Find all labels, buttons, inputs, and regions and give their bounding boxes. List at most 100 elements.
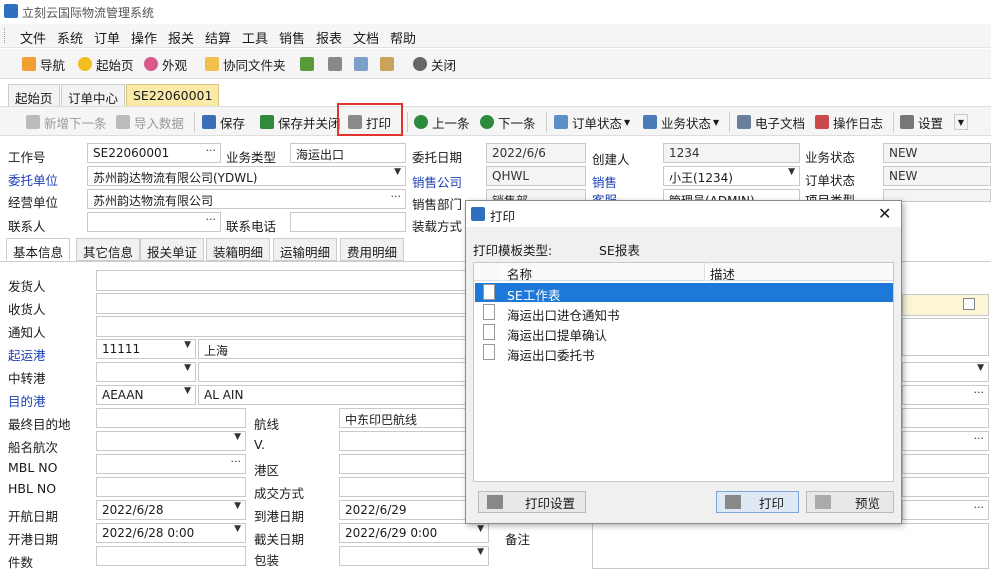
pack-select[interactable]: ▼ (339, 546, 489, 566)
grid-row-field[interactable] (902, 294, 989, 316)
tab-transport-details[interactable]: 运输明细 (273, 238, 338, 261)
client-select[interactable]: 苏州韵达物流有限公司(YDWL) ▼ (87, 166, 406, 186)
checkbox[interactable] (963, 298, 975, 310)
right-field-5[interactable] (902, 454, 989, 474)
menu-customs[interactable]: 报关 (168, 28, 194, 47)
copy-button[interactable] (354, 55, 372, 73)
client-label[interactable]: 委托单位 (8, 170, 58, 189)
menu-file[interactable]: 文件 (20, 28, 46, 47)
mbl-field[interactable]: ··· (96, 454, 246, 474)
transit-name-field[interactable] (198, 362, 468, 382)
close-icon[interactable]: ✕ (878, 204, 891, 223)
menu-documents[interactable]: 文档 (353, 28, 379, 47)
transit-code-select[interactable]: ▼ (96, 362, 196, 382)
right-field-4[interactable]: ··· (902, 431, 989, 451)
next-button[interactable]: 下一条 (480, 114, 536, 131)
open-date-field[interactable]: 2022/6/28 0:00 ▼ (96, 523, 246, 543)
hbl-field[interactable] (96, 477, 246, 497)
operator-unit-field[interactable]: 苏州韵达物流有限公司 ··· (87, 189, 406, 209)
right-field-7[interactable]: ··· (902, 500, 989, 520)
paste-button[interactable] (380, 55, 398, 73)
menu-reports[interactable]: 报表 (316, 28, 342, 47)
pod-label[interactable]: 目的港 (8, 391, 46, 410)
tab-customs-docs[interactable]: 报关单证 (140, 238, 205, 261)
voyage-field[interactable] (339, 431, 469, 451)
right-select-1[interactable]: ▼ (902, 362, 989, 382)
preview-button[interactable]: 预览 (806, 491, 894, 513)
menu-tools[interactable]: 工具 (242, 28, 268, 47)
add-next-button[interactable]: 新增下一条 (26, 114, 107, 131)
list-item[interactable]: SE工作表 (475, 283, 893, 303)
oplog-button[interactable]: 操作日志 (815, 114, 883, 131)
tab-fee-details[interactable]: 费用明细 (340, 238, 405, 261)
pol-name-field[interactable]: 上海 (198, 339, 468, 359)
list-item[interactable]: 海运出口进仓通知书 (475, 303, 893, 323)
job-no-field[interactable]: SE22060001 ··· (87, 143, 221, 163)
close-button[interactable]: 关闭 (413, 55, 456, 73)
right-field-6[interactable] (902, 477, 989, 497)
menu-order[interactable]: 订单 (94, 28, 120, 47)
collab-folder-button[interactable]: 协同文件夹 (205, 55, 286, 73)
sales-select[interactable]: 小王(1234) ▼ (663, 166, 800, 186)
prev-button[interactable]: 上一条 (414, 114, 470, 131)
entrust-date-field[interactable]: 2022/6/6 (486, 143, 586, 163)
consignee-field[interactable] (96, 293, 468, 314)
vessel-select[interactable]: ▼ (96, 431, 246, 451)
contact-field[interactable]: ··· (87, 212, 221, 232)
cut-button[interactable] (328, 55, 346, 73)
start-page-button[interactable]: 起始页 (78, 55, 134, 73)
dialog-print-button[interactable]: 打印 (716, 491, 799, 513)
pod-code-select[interactable]: AEAAN ▼ (96, 385, 196, 405)
final-dest-field[interactable] (96, 408, 246, 428)
route-field[interactable]: 中东印巴航线 (339, 408, 469, 428)
nav-button[interactable]: 导航 (22, 55, 65, 73)
deal-mode-field[interactable] (339, 477, 469, 497)
creator-field[interactable]: 1234 (663, 143, 800, 163)
pieces-field[interactable] (96, 546, 246, 566)
tab-order-center[interactable]: 订单中心 (61, 84, 126, 106)
save-close-button[interactable]: 保存并关闭 (260, 114, 341, 131)
order-status-field[interactable]: NEW (883, 166, 991, 186)
port-area-field[interactable] (339, 454, 469, 474)
notify-field[interactable] (96, 316, 468, 337)
template-list[interactable]: 名称 描述 SE工作表 海运出口进仓通知书 海运出口提单确认 海运出口委托书 (473, 262, 894, 482)
toolbar-overflow-button[interactable]: ▼ (954, 114, 968, 130)
undo-button[interactable] (300, 55, 318, 73)
edoc-button[interactable]: 电子文档 (737, 114, 805, 131)
settings-button[interactable]: 设置 (900, 114, 943, 131)
appearance-button[interactable]: 外观 (144, 55, 187, 73)
sales-co-label[interactable]: 销售公司 (412, 172, 462, 191)
right-field-3[interactable] (902, 408, 989, 428)
tab-basic-info[interactable]: 基本信息 (6, 238, 71, 261)
list-item[interactable]: 海运出口委托书 (475, 343, 893, 363)
etd-field[interactable]: 2022/6/28 ▼ (96, 500, 246, 520)
menu-operation[interactable]: 操作 (131, 28, 157, 47)
eta-field[interactable]: 2022/6/29 (339, 500, 469, 520)
tab-packing-details[interactable]: 装箱明细 (206, 238, 271, 261)
list-item[interactable]: 海运出口提单确认 (475, 323, 893, 343)
save-button[interactable]: 保存 (202, 114, 245, 131)
shipper-field[interactable] (96, 270, 468, 291)
pol-code-select[interactable]: 11111 ▼ (96, 339, 196, 359)
sales-co-select[interactable]: QHWL (486, 166, 586, 186)
biz-type-select[interactable]: 海运出口 (290, 143, 406, 163)
import-button[interactable]: 导入数据 (116, 114, 184, 131)
menu-system[interactable]: 系统 (57, 28, 83, 47)
phone-field[interactable] (290, 212, 406, 232)
right-field[interactable] (902, 318, 989, 356)
menu-sales[interactable]: 销售 (279, 28, 305, 47)
biz-status-field[interactable]: NEW (883, 143, 991, 163)
col-name-header[interactable]: 名称 (503, 263, 705, 282)
tab-start-page[interactable]: 起始页 (8, 84, 60, 106)
sales-label[interactable]: 销售 (592, 172, 617, 191)
print-settings-button[interactable]: 打印设置 (478, 491, 586, 513)
pol-label[interactable]: 起运港 (8, 345, 46, 364)
menu-help[interactable]: 帮助 (390, 28, 416, 47)
tab-other-info[interactable]: 其它信息 (76, 238, 141, 261)
order-status-button[interactable]: 订单状态 ▼ (554, 114, 630, 131)
menu-settlement[interactable]: 结算 (205, 28, 231, 47)
pod-name-field[interactable]: AL AIN (198, 385, 468, 405)
right-field-2[interactable]: ··· (902, 385, 989, 405)
col-desc-header[interactable]: 描述 (706, 263, 893, 282)
cutoff-field[interactable]: 2022/6/29 0:00 ▼ (339, 523, 489, 543)
